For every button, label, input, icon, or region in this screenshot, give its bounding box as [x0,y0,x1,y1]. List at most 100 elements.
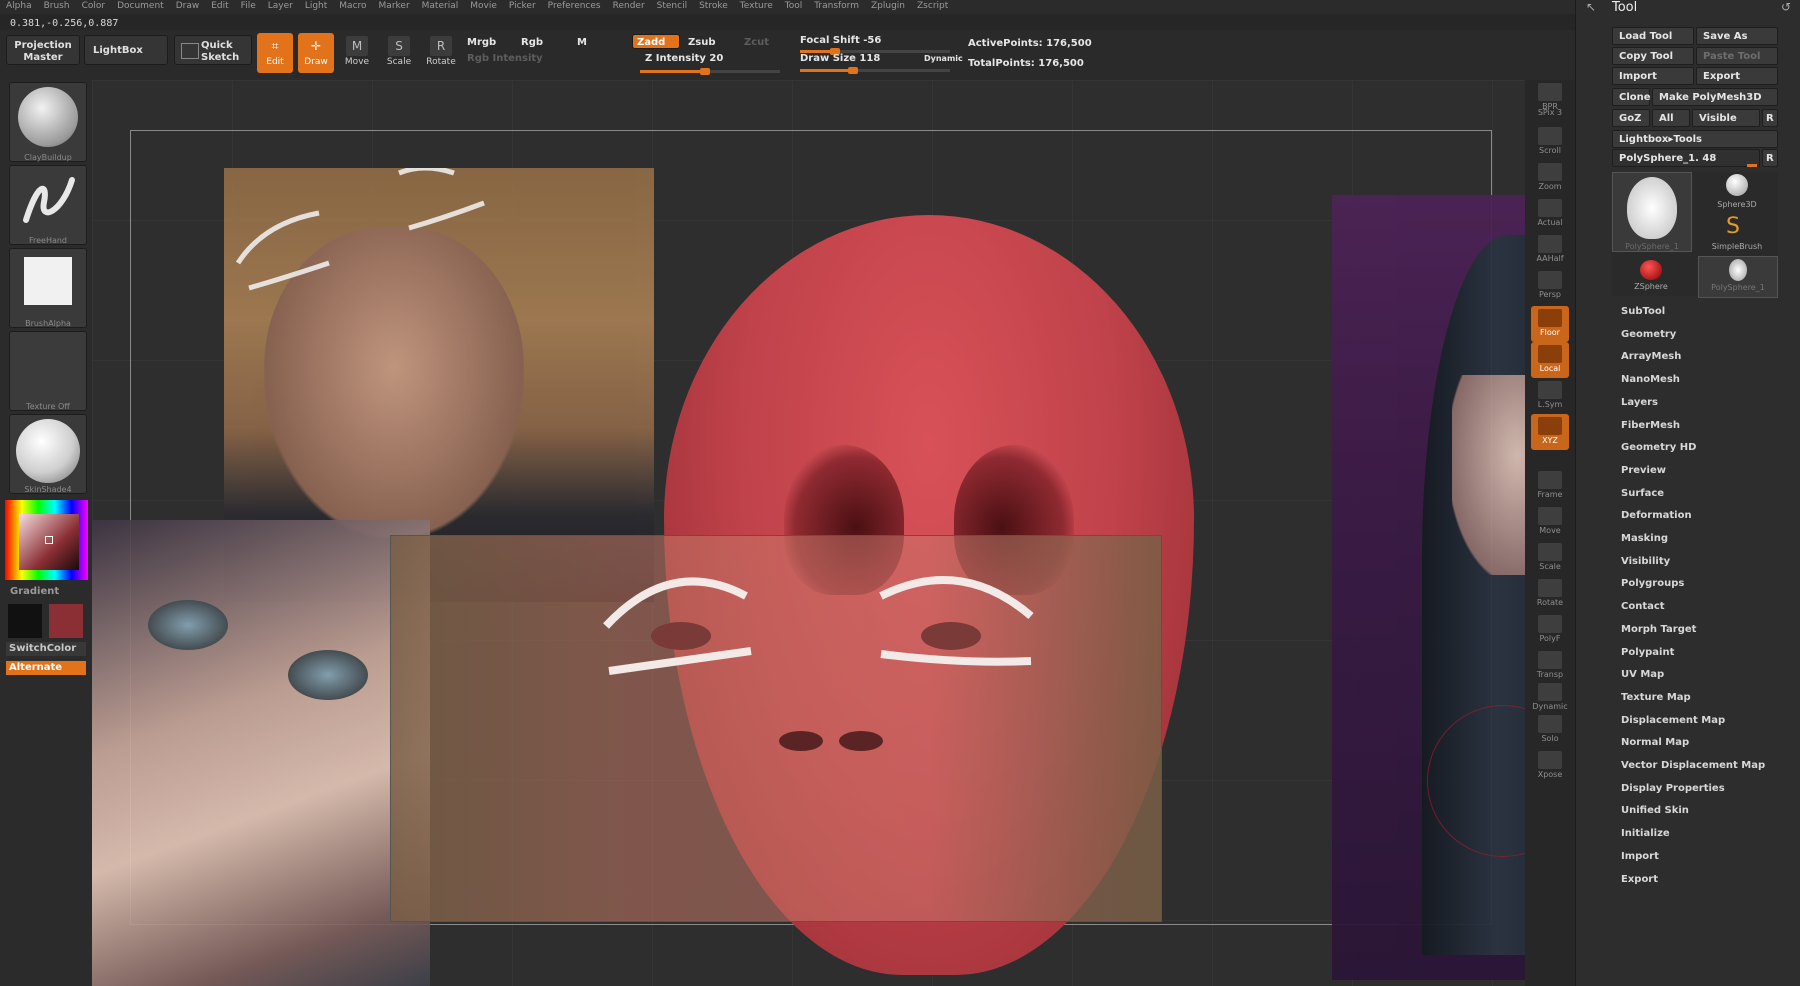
tool-thumb-simplebrush[interactable]: S SimpleBrush [1698,216,1776,256]
menu-item[interactable]: Draw [170,0,206,14]
menu-item[interactable]: Zscript [911,0,954,14]
canvas-viewport[interactable] [92,80,1525,986]
material-selector[interactable]: SkinShade4 [9,414,87,494]
menu-item[interactable]: Zplugin [865,0,911,14]
subpalette-display-properties[interactable]: Display Properties [1621,783,1725,794]
zcut-toggle[interactable]: Zcut [744,37,769,48]
subpalette-unified-skin[interactable]: Unified Skin [1621,805,1689,816]
subpalette-initialize[interactable]: Initialize [1621,828,1670,839]
subpalette-polygroups[interactable]: Polygroups [1621,578,1684,589]
copy-tool-button[interactable]: Copy Tool [1612,47,1694,65]
subpalette-nanomesh[interactable]: NanoMesh [1621,374,1680,385]
subpalette-polypaint[interactable]: Polypaint [1621,647,1674,658]
palette-pin-icon[interactable]: ↖ [1586,0,1596,14]
z-intensity-knob[interactable] [700,68,710,75]
menu-item[interactable]: Tool [779,0,808,14]
right-shelf-button[interactable]: Xpose [1531,748,1569,784]
right-shelf-button[interactable]: Move [1531,504,1569,540]
subpalette-texture-map[interactable]: Texture Map [1621,692,1691,703]
right-shelf-button[interactable]: Transp [1531,648,1569,684]
zadd-toggle[interactable]: Zadd [632,34,680,49]
subpalette-morph-target[interactable]: Morph Target [1621,624,1696,635]
subpalette-visibility[interactable]: Visibility [1621,556,1670,567]
subpalette-deformation[interactable]: Deformation [1621,510,1692,521]
subpalette-export[interactable]: Export [1621,874,1658,885]
menu-item[interactable]: Transform [808,0,865,14]
right-shelf-button[interactable]: AAHalf [1531,232,1569,268]
right-shelf-button[interactable]: Dynamic [1531,680,1569,716]
clone-button[interactable]: Clone [1612,88,1651,106]
menu-item[interactable]: Alpha [0,0,38,14]
tool-thumb-sphere3d[interactable]: Sphere3D [1698,172,1776,214]
current-tool-slider[interactable]: PolySphere_1. 48 [1612,149,1760,167]
texture-selector[interactable]: Texture Off [9,331,87,411]
palette-refresh-icon[interactable]: ↺ [1781,0,1791,14]
subpalette-fibermesh[interactable]: FiberMesh [1621,420,1680,431]
subpalette-vector-displacement-map[interactable]: Vector Displacement Map [1621,760,1765,771]
menu-item[interactable]: Render [607,0,651,14]
right-shelf-button[interactable]: Local [1531,342,1569,378]
menu-item[interactable]: Texture [734,0,779,14]
menu-item[interactable]: Picker [503,0,542,14]
menu-item[interactable]: Document [111,0,170,14]
menu-item[interactable]: Color [76,0,112,14]
right-shelf-button[interactable]: Scroll [1531,124,1569,160]
menu-item[interactable]: Stroke [693,0,734,14]
color-picker-cursor[interactable] [45,536,53,544]
rgb-intensity-slider[interactable]: Rgb Intensity [467,53,543,64]
z-intensity-slider[interactable] [640,68,780,75]
save-as-button[interactable]: Save As [1696,27,1778,45]
right-shelf-button[interactable]: Actual [1531,196,1569,232]
right-shelf-button[interactable]: Solo [1531,712,1569,748]
right-shelf-button[interactable]: L.Sym [1531,378,1569,414]
mrgb-toggle[interactable]: Mrgb [467,37,496,48]
brush-selector[interactable]: ClayBuildup [9,82,87,162]
subpalette-arraymesh[interactable]: ArrayMesh [1621,351,1681,362]
load-tool-button[interactable]: Load Tool [1612,27,1694,45]
draw-size-knob[interactable] [848,67,858,74]
zsub-toggle[interactable]: Zsub [688,37,715,48]
draw-button[interactable]: ✛ Draw [298,33,334,73]
subpalette-uv-map[interactable]: UV Map [1621,669,1664,680]
subpalette-import[interactable]: Import [1621,851,1659,862]
paste-tool-button[interactable]: Paste Tool [1696,47,1778,65]
menu-item[interactable]: Edit [205,0,234,14]
menu-item[interactable]: Material [416,0,465,14]
right-shelf-button[interactable]: Persp [1531,268,1569,304]
menu-item[interactable]: Layer [262,0,299,14]
alternate-button[interactable]: Alternate [6,661,86,675]
secondary-color-swatch[interactable] [49,604,83,638]
scale-button[interactable]: S Scale [379,33,419,73]
right-shelf-button[interactable]: Zoom [1531,160,1569,196]
menu-item[interactable]: File [235,0,262,14]
right-shelf-button[interactable]: Floor [1531,306,1569,342]
menu-item[interactable]: Preferences [542,0,607,14]
subpalette-displacement-map[interactable]: Displacement Map [1621,715,1725,726]
subpalette-masking[interactable]: Masking [1621,533,1668,544]
menu-item[interactable]: Movie [464,0,503,14]
edit-button[interactable]: ⌗ Edit [257,33,293,73]
quick-sketch-button[interactable]: Quick Sketch [174,35,252,65]
rgb-toggle[interactable]: Rgb [521,37,543,48]
make-polymesh-button[interactable]: Make PolyMesh3D [1652,88,1778,106]
current-tool-knob[interactable] [1747,164,1757,167]
draw-size-slider[interactable] [800,67,950,74]
import-button[interactable]: Import [1612,67,1694,85]
goz-button[interactable]: GoZ [1612,109,1650,127]
right-shelf-button[interactable]: SPix 3 [1531,108,1569,122]
projection-master-button[interactable]: Projection Master [6,35,80,65]
subpalette-preview[interactable]: Preview [1621,465,1666,476]
visible-button[interactable]: Visible [1692,109,1760,127]
m-toggle[interactable]: M [577,37,587,48]
menu-item[interactable]: Light [299,0,333,14]
lightbox-button[interactable]: LightBox [84,35,168,65]
right-shelf-button[interactable]: XYZ [1531,414,1569,450]
subpalette-geometry[interactable]: Geometry [1621,329,1676,340]
subpalette-normal-map[interactable]: Normal Map [1621,737,1689,748]
tool-thumb-polysphere[interactable]: PolySphere_1 [1612,172,1692,252]
menu-item[interactable]: Macro [333,0,372,14]
current-tool-r-button[interactable]: R [1762,149,1778,167]
subpalette-contact[interactable]: Contact [1621,601,1665,612]
tool-thumb-polysphere-2[interactable]: PolySphere_1 [1698,256,1778,298]
menu-item[interactable]: Brush [38,0,76,14]
